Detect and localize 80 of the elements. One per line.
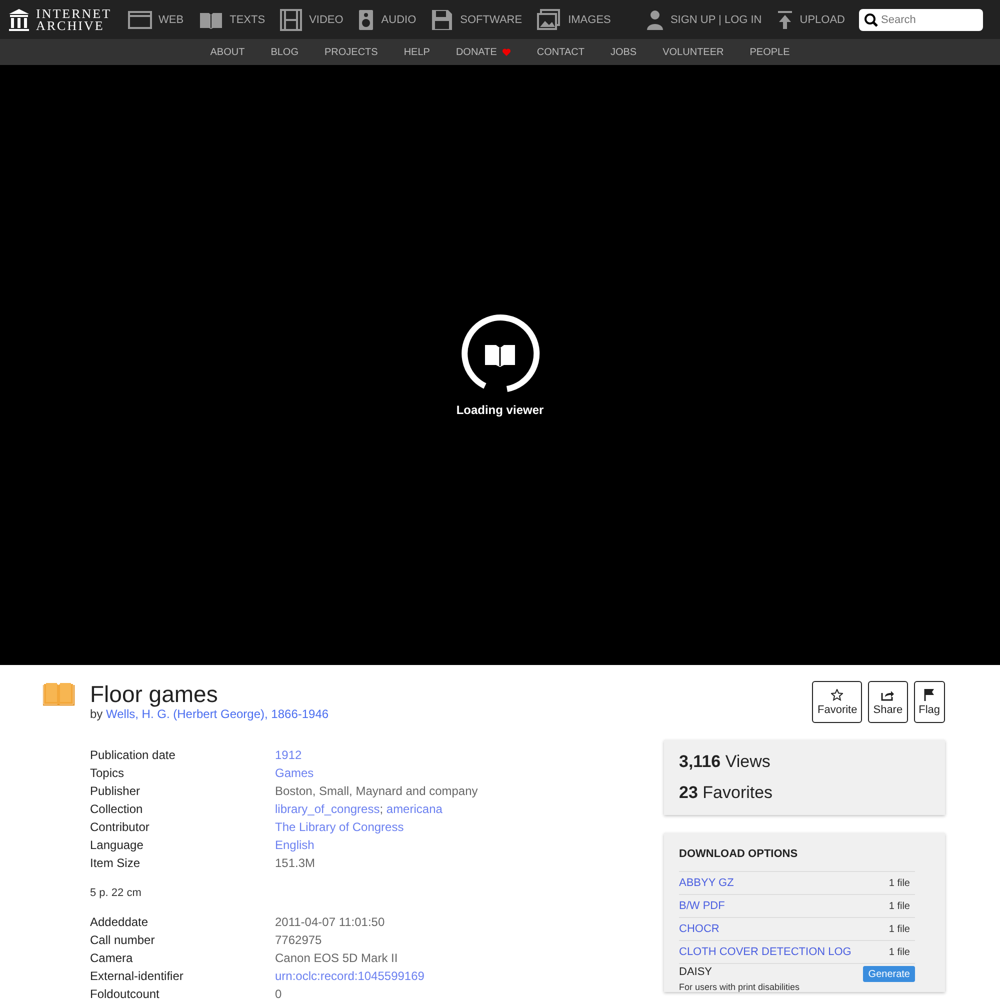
metadata-value: 7762975 (275, 932, 323, 949)
metadata-label: Publication date (90, 747, 176, 764)
metadata-link[interactable]: americana (386, 802, 442, 816)
share-button[interactable]: Share (868, 681, 908, 723)
file-count: 1 file (888, 946, 911, 958)
browser-window-icon (128, 10, 152, 30)
media-nav-link[interactable]: TEXTS (198, 10, 266, 30)
temple-logo-icon (8, 8, 30, 32)
site-logo-text[interactable]: INTERNET ARCHIVE (36, 8, 112, 32)
metadata-value: 0 (275, 986, 283, 1000)
favorite-button[interactable]: Favorite (812, 681, 862, 723)
metadata-link[interactable]: urn:oclc:record:1045599169 (275, 969, 424, 983)
pictures-icon (537, 8, 562, 30)
account-link[interactable]: SIGN UP | LOG IN (647, 10, 762, 30)
nav-link[interactable]: DONATE (456, 46, 511, 58)
star-icon (831, 688, 844, 700)
file-count: 1 file (888, 924, 911, 934)
metadata-value: Boston, Small, Maynard and company (275, 783, 479, 800)
stat-text: 23 Favorites (679, 783, 774, 803)
metadata-label: Topics (90, 765, 126, 782)
media-nav-link[interactable]: WEB (128, 10, 184, 30)
item-title: Floor games (90, 681, 219, 707)
metadata-label: Contributor (90, 819, 150, 836)
metadata-value: 151.3M (275, 855, 316, 872)
metadata-link[interactable]: 1912 (275, 748, 302, 762)
flag-icon (923, 688, 936, 701)
open-book-icon (43, 681, 75, 707)
format-note: For users with print disabilities (679, 982, 801, 992)
metadata-label: Camera (90, 950, 134, 967)
metadata-label: Call number (90, 932, 156, 949)
nav-link[interactable]: VOLUNTEER (662, 46, 724, 58)
author-link[interactable]: Wells, H. G. (Herbert George), 1866-1946 (106, 707, 329, 721)
loading-book-icon (460, 313, 540, 393)
item-description: 5 p. 22 cm (90, 887, 142, 899)
author-byline: by Wells, H. G. (Herbert George), 1866-1946 (90, 707, 329, 721)
nav-link[interactable]: CONTACT (536, 46, 584, 58)
metadata-label: Foldoutcount (90, 986, 160, 1000)
nav-link[interactable]: ABOUT (210, 46, 245, 58)
nav-link[interactable]: BLOG (270, 46, 298, 58)
panel-heading: DOWNLOAD OPTIONS (679, 848, 799, 860)
format-name: DAISY (679, 966, 714, 980)
nav-link[interactable]: JOBS (610, 46, 637, 58)
download-link[interactable]: ABBYY GZ (679, 877, 734, 889)
loading-text: Loading viewer (456, 403, 544, 417)
download-link[interactable]: CLOTH COVER DETECTION LOG (679, 946, 852, 958)
metadata-value: Canon EOS 5D Mark II (275, 950, 399, 967)
nav-link[interactable]: PROJECTS (324, 46, 378, 58)
upload-link[interactable]: UPLOAD (776, 10, 845, 28)
heart-icon (502, 48, 511, 56)
share-arrow-icon (881, 688, 894, 700)
upload-arrow-icon (776, 10, 793, 28)
metadata-link[interactable]: Games (275, 766, 314, 780)
generate-button[interactable]: Generate (863, 966, 915, 982)
download-link[interactable]: B/W PDF (679, 900, 725, 912)
metadata-link[interactable]: The Library of Congress (275, 820, 404, 834)
nav-link[interactable]: PEOPLE (750, 46, 790, 58)
file-count: 1 file (888, 900, 911, 912)
speaker-icon (358, 8, 374, 30)
media-nav-link[interactable]: AUDIO (358, 8, 416, 30)
media-nav-link[interactable]: SOFTWARE (431, 8, 522, 30)
metadata-label: Language (90, 837, 144, 854)
metadata-label: Item Size (90, 855, 142, 872)
nav-link[interactable]: HELP (404, 46, 430, 58)
metadata-value: 2011-04-07 11:01:50 (275, 914, 386, 931)
flag-button[interactable]: Flag (914, 681, 945, 723)
metadata-label: Publisher (90, 783, 142, 800)
metadata-label: External-identifier (90, 968, 184, 985)
download-link[interactable]: CHOCR (679, 923, 720, 935)
separator-text: ; (380, 802, 384, 816)
film-strip-icon (280, 8, 302, 30)
metadata-link[interactable]: library_of_congress (275, 802, 380, 816)
stat-text: 3,116 Views (679, 752, 772, 772)
metadata-link[interactable]: English (275, 838, 314, 852)
metadata-label: Collection (90, 801, 144, 818)
metadata-label: Addeddate (90, 914, 150, 931)
file-count: 1 file (888, 878, 911, 888)
search-field[interactable]: Search (859, 8, 983, 30)
person-icon (647, 10, 664, 30)
media-nav-link[interactable]: IMAGES (537, 8, 611, 30)
media-nav-link[interactable]: VIDEO (280, 8, 344, 30)
